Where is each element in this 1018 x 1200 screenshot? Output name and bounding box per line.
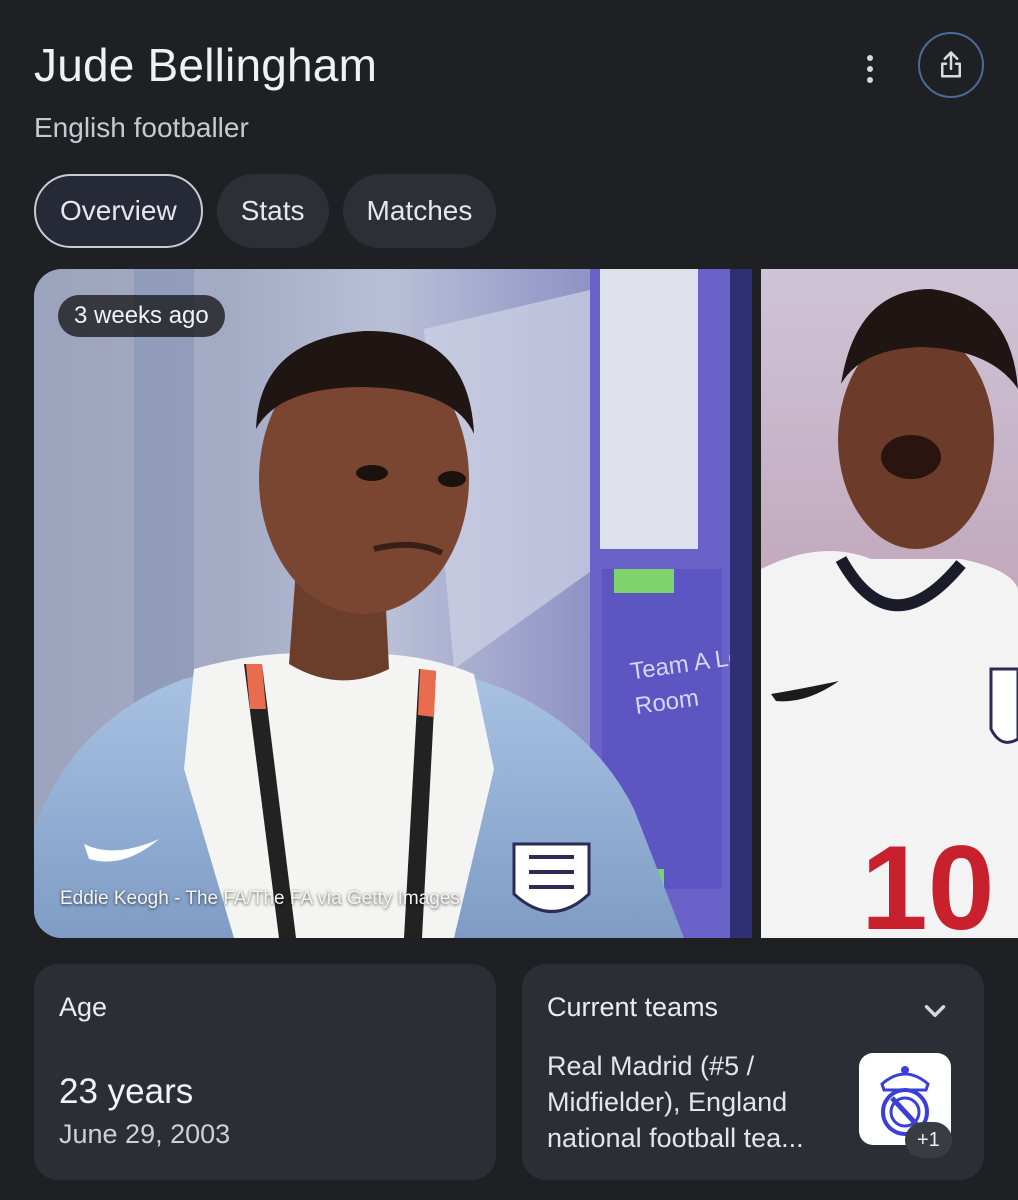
player-photo-illustration: Team A Locker Room — [34, 269, 752, 938]
share-icon — [941, 51, 961, 78]
more-options-button[interactable] — [848, 44, 892, 94]
player-celebration-illustration: 10 — [761, 269, 1018, 938]
current-teams-card[interactable]: Current teams Real Madrid (#5 / Midfield… — [522, 964, 984, 1180]
shirt-number: 10 — [861, 821, 994, 938]
current-teams-label: Current teams — [547, 992, 719, 1022]
page-subtitle: English footballer — [34, 112, 249, 143]
more-teams-badge[interactable]: +1 — [905, 1122, 952, 1158]
page-title: Jude Bellingham — [34, 39, 378, 91]
age-label: Age — [59, 992, 108, 1022]
age-value: 23 years — [59, 1072, 194, 1111]
main-photo[interactable]: Team A Locker Room 3 weeks ago Eddie Keo… — [34, 269, 752, 938]
chevron-down-icon[interactable] — [918, 994, 952, 1028]
tab-overview[interactable]: Overview — [34, 174, 203, 248]
current-teams-text: Real Madrid (#5 / Midfielder), England n… — [547, 1051, 804, 1153]
more-vert-icon — [867, 55, 873, 61]
tab-stats[interactable]: Stats — [216, 174, 329, 248]
tab-bar: Overview Stats Matches — [34, 174, 497, 248]
tab-matches[interactable]: Matches — [342, 174, 497, 248]
share-button[interactable] — [918, 32, 984, 98]
time-ago-badge: 3 weeks ago — [58, 295, 225, 337]
age-card[interactable]: Age 23 years June 29, 2003 — [34, 964, 496, 1180]
birth-date: June 29, 2003 — [59, 1119, 231, 1149]
image-credit: Eddie Keogh - The FA/The FA via Getty Im… — [60, 888, 460, 909]
secondary-photo[interactable]: 10 — [761, 269, 1018, 938]
